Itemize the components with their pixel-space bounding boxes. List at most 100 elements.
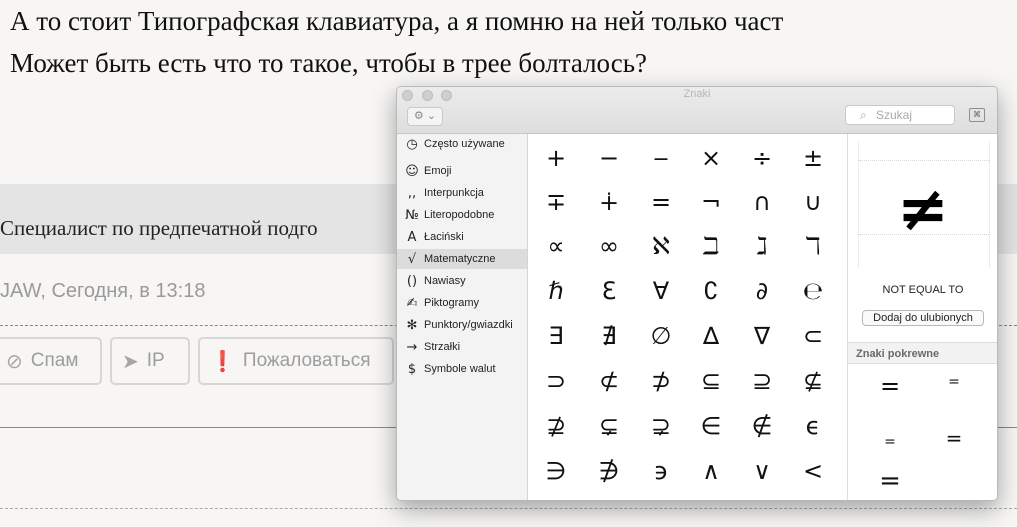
character-viewer-window: Znaki ⚙ ⌄ ⌕ ⌘ ◷ Często używane ☺ Emoji ,… [396,86,998,501]
search-input[interactable] [876,107,950,123]
glyph-cell[interactable]: × [685,136,737,180]
search-field[interactable]: ⌕ [845,105,955,125]
spam-button[interactable]: ⊘ Спам [0,337,102,385]
glyph-cell[interactable]: ⊅ [635,359,687,403]
category-item-frequent[interactable]: ◷ Często używane [397,134,527,154]
glyph-cell[interactable]: ‒ [635,136,687,180]
glyph-cell[interactable]: ± [787,136,839,180]
related-char[interactable]: = [870,466,910,496]
glyph-cell[interactable]: ∂ [736,269,788,313]
glyph-cell[interactable]: ∌ [583,449,635,493]
glyph-cell[interactable]: ℇ [583,269,635,313]
glyph-cell[interactable]: < [787,449,839,493]
glyph-cell[interactable]: ∓ [530,180,582,224]
character-grid: + − ‒ × ÷ ± ∓ ∔ = ¬ ∩ ∪ ∝ ∞ ℵ ℶ ℷ ℸ ℏ ℇ ∀ ∁ ∂ ℮ ∃ ∄ ∅ ∆ ∇ ⊂ ⊃ ⊄ ⊅ ⊆ ⊇ ⊈ ⊉ ⊊ ⊋ ∈… [528,134,846,500]
glyph-cell[interactable]: ∀ [635,269,687,313]
glyph-cell[interactable]: ∞ [583,224,635,268]
glyph-cell[interactable]: ⊄ [583,359,635,403]
category-item-arrows[interactable]: → Strzałki [397,337,527,357]
character-name: NOT EQUAL TO [882,284,964,296]
category-item-math[interactable]: √ Matematyczne [397,249,527,269]
related-char[interactable]: = [870,434,910,450]
category-item-emoji[interactable]: ☺ Emoji [397,161,527,181]
glyph-cell[interactable]: ⊆ [685,359,737,403]
category-label: Interpunkcja [424,187,484,199]
glyph-cell[interactable]: ℵ [635,224,687,268]
glyph-cell[interactable]: ∉ [736,404,788,448]
glyph-cell[interactable]: ⊃ [530,359,582,403]
glyph-cell[interactable]: + [530,136,582,180]
glyph-cell[interactable]: ∇ [736,314,788,358]
related-char[interactable]: = [934,426,974,450]
related-char[interactable]: = [934,374,974,390]
numero-icon: № [405,207,419,223]
signature-text: Специалист по предпечатной подго [0,216,318,240]
glyph-cell[interactable]: ∨ [736,449,788,493]
glyph-cell[interactable]: ℏ [530,269,582,313]
selected-glyph-preview: ≠ [897,172,949,245]
glyph-cell[interactable]: ÷ [736,136,788,180]
ip-button[interactable]: ➤ IP [110,337,190,385]
glyph-cell[interactable]: ϶ [635,449,687,493]
parentheses-icon: () [406,273,418,289]
glyph-cell[interactable]: ⊈ [787,359,839,403]
glyph-cell[interactable]: ℸ [787,224,839,268]
glyph-cell[interactable]: ∋ [530,449,582,493]
glyph-cell[interactable]: ℮ [787,269,839,313]
glyph-cell[interactable]: ∈ [685,404,737,448]
glyph-cell[interactable]: ∃ [530,314,582,358]
category-item-latin[interactable]: A Łaciński [397,227,527,247]
category-sidebar: ◷ Często używane ☺ Emoji ,, Interpunkcja… [397,134,528,500]
block-icon: ⊘ [6,350,23,373]
category-item-pictographs[interactable]: ✍ Piktogramy [397,293,527,313]
category-label: Emoji [424,165,452,177]
post-text-line-1: А то стоит Типографская клавиатура, а я … [10,6,784,36]
glyph-cell[interactable]: ∄ [583,314,635,358]
glyph-cell[interactable]: ∩ [736,180,788,224]
category-item-letterlike[interactable]: № Literopodobne [397,205,527,225]
glyph-cell[interactable]: ¬ [685,180,737,224]
related-char[interactable]: = [870,372,910,400]
glyph-cell[interactable]: ∅ [635,314,687,358]
location-arrow-icon: ➤ [122,350,139,373]
smiley-icon: ☺ [405,163,419,179]
glyph-cell[interactable]: ∧ [685,449,737,493]
glyph-cell[interactable]: ⊉ [530,404,582,448]
glyph-cell[interactable]: − [583,136,635,180]
dollar-icon: $ [407,361,417,377]
category-item-bullets[interactable]: ✻ Punktory/gwiazdki [397,315,527,335]
glyph-cell[interactable]: ϵ [787,404,839,448]
glyph-cell[interactable]: ⊂ [787,314,839,358]
category-label: Symbole walut [424,363,496,375]
report-button[interactable]: ❗ Пожаловаться [198,337,394,385]
gear-menu-button[interactable]: ⚙ ⌄ [407,107,443,126]
category-label: Piktogramy [424,297,480,309]
category-label: Często używane [424,138,505,150]
glyph-cell[interactable]: ∔ [583,180,635,224]
category-item-currency[interactable]: $ Symbole walut [397,359,527,379]
glyph-cell[interactable]: ⊊ [583,404,635,448]
glyph-cell[interactable]: ∆ [685,314,737,358]
report-button-label: Пожаловаться [242,350,371,371]
category-item-punctuation[interactable]: ,, Interpunkcja [397,183,527,203]
glyph-cell[interactable]: ∪ [787,180,839,224]
category-item-brackets[interactable]: () Nawiasy [397,271,527,291]
window-titlebar[interactable]: Znaki ⚙ ⌄ ⌕ ⌘ [397,87,997,134]
glyph-cell[interactable]: ⊇ [736,359,788,403]
add-to-favorites-button[interactable]: Dodaj do ulubionych [862,310,984,326]
asterisk-icon: ✻ [406,317,418,333]
exclamation-icon: ❗ [210,350,235,373]
glyph-cell[interactable]: ⊋ [635,404,687,448]
clock-icon: ◷ [406,136,418,152]
punctuation-icon: ,, [407,185,417,201]
glyph-cell[interactable]: ∁ [685,269,737,313]
glyph-cell[interactable]: = [635,180,687,224]
divider-dashed-bottom [0,508,1017,509]
category-label: Literopodobne [424,209,495,221]
keyboard-viewer-icon[interactable]: ⌘ [969,108,985,122]
glyph-cell[interactable]: ℶ [685,224,737,268]
ip-button-label: IP [146,350,165,371]
glyph-cell[interactable]: ∝ [530,224,582,268]
category-label: Matematyczne [424,253,496,265]
glyph-cell[interactable]: ℷ [736,224,788,268]
